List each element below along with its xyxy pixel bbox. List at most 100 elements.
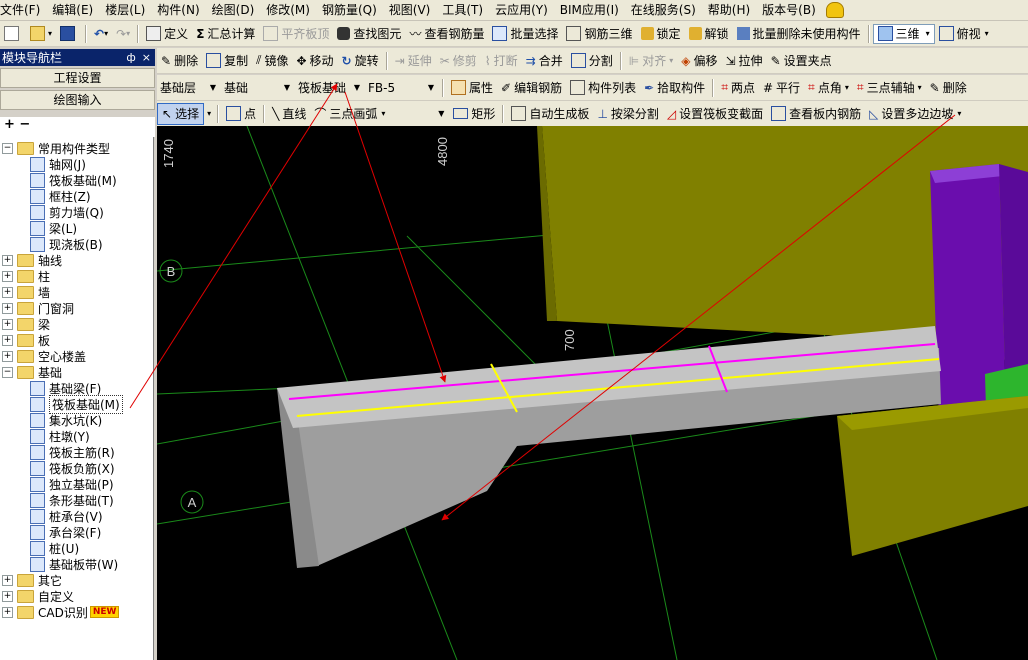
tree-item[interactable]: 承台梁(F)	[30, 524, 101, 540]
draw-mode-select[interactable]: ▼	[389, 104, 448, 123]
extend-button[interactable]: ⇥ 延伸	[391, 50, 436, 72]
expand-icon[interactable]: +	[2, 606, 13, 618]
tree-item[interactable]: 轴网(J)	[30, 156, 86, 172]
tree-item[interactable]: 筏板负筋(X)	[30, 460, 115, 476]
delete-aux-button[interactable]: ✎ 删除	[926, 77, 971, 99]
tree-folder[interactable]: + 空心楼盖	[2, 348, 86, 364]
arc-button[interactable]: ⌒ 三点画弧 ▾	[310, 103, 389, 125]
tree-folder[interactable]: + 柱	[2, 268, 50, 284]
tree-folder[interactable]: + 板	[2, 332, 50, 348]
menu-file[interactable]: 文件(F)	[0, 0, 46, 20]
select-button[interactable]: ↖ 选择	[157, 102, 205, 125]
menu-modify[interactable]: 修改(M)	[260, 0, 316, 20]
undo-button[interactable]: ↶ ▾	[90, 23, 112, 45]
set-edge-slope-button[interactable]: ◺ 设置多边边坡 ▾	[865, 103, 965, 125]
delete-button[interactable]: ✎ 删除	[157, 50, 202, 72]
pin-icon[interactable]: ф	[126, 51, 135, 64]
tree-folder[interactable]: + CAD识别 NEW	[2, 604, 120, 620]
tree-item[interactable]: 筏板基础(M)	[30, 172, 117, 188]
expand-icon[interactable]: +	[2, 350, 13, 362]
unlock-button[interactable]: 解锁	[685, 23, 733, 45]
menu-bim[interactable]: BIM应用(I)	[554, 0, 625, 20]
move-button[interactable]: ✥ 移动	[292, 50, 337, 72]
batch-select-button[interactable]: 批量选择	[488, 23, 562, 45]
tree-item[interactable]: 独立基础(P)	[30, 476, 114, 492]
tree-folder[interactable]: + 其它	[2, 572, 62, 588]
tree-item[interactable]: 桩承台(V)	[30, 508, 103, 524]
tree-folder[interactable]: − 基础	[2, 364, 62, 380]
view-top-dropdown[interactable]: 俯视 ▾	[935, 23, 993, 45]
rect-button[interactable]: 矩形	[449, 103, 499, 125]
menu-rebar-qty[interactable]: 钢筋量(Q)	[316, 0, 383, 20]
two-points-button[interactable]: ⌗ 两点	[717, 77, 759, 99]
menu-tools[interactable]: 工具(T)	[436, 0, 489, 20]
point-angle-button[interactable]: ⌗ 点角 ▾	[804, 77, 853, 99]
define-button[interactable]: 定义	[142, 23, 192, 45]
expand-collapse-icons[interactable]: + −	[0, 117, 30, 132]
tree-item[interactable]: 剪力墙(Q)	[30, 204, 104, 220]
save-button[interactable]	[56, 23, 82, 45]
floor-select[interactable]: 基础层 ▼	[157, 78, 219, 97]
menu-draw[interactable]: 绘图(D)	[206, 0, 261, 20]
new-file-button[interactable]	[0, 23, 26, 45]
expand-icon[interactable]: +	[2, 302, 13, 314]
expand-icon[interactable]: +	[2, 574, 13, 586]
sum-calc-button[interactable]: Σ 汇总计算	[192, 23, 259, 45]
flat-top-button[interactable]: 平齐板顶	[259, 23, 333, 45]
split-by-beam-button[interactable]: ⊥ 按梁分割	[593, 103, 662, 125]
view-inner-rebar-button[interactable]: 查看板内钢筋	[767, 103, 865, 125]
copy-button[interactable]: 复制	[202, 50, 252, 72]
collapse-icon[interactable]: −	[2, 366, 13, 378]
line-button[interactable]: ╲ 直线	[268, 103, 310, 125]
expand-icon[interactable]: +	[2, 334, 13, 346]
category-select[interactable]: 基础 ▼	[221, 78, 293, 97]
view-3d-dropdown[interactable]: 三维 ▾	[872, 23, 935, 44]
tree-item[interactable]: 基础板带(W)	[30, 556, 118, 572]
align-button[interactable]: ⊫ 对齐 ▾	[625, 50, 677, 72]
point-button[interactable]: 点	[222, 103, 260, 125]
menu-floor[interactable]: 楼层(L)	[99, 0, 151, 20]
menu-component[interactable]: 构件(N)	[151, 0, 205, 20]
rebar-3d-button[interactable]: 钢筋三维	[562, 23, 636, 45]
lock-button[interactable]: 锁定	[637, 23, 685, 45]
batch-delete-unused-button[interactable]: 批量删除未使用构件	[733, 23, 865, 45]
open-file-button[interactable]: ▾	[26, 23, 56, 45]
menu-online[interactable]: 在线服务(S)	[625, 0, 702, 20]
properties-button[interactable]: 属性	[447, 77, 497, 99]
type-select[interactable]: 筏板基础 ▼	[295, 78, 363, 97]
tree-item[interactable]: 筏板基础(M)	[30, 394, 123, 414]
tree-folder[interactable]: − 常用构件类型	[2, 140, 110, 156]
three-point-axis-button[interactable]: ⌗ 三点辅轴 ▾	[853, 77, 926, 99]
trim-button[interactable]: ✂ 修剪	[436, 50, 481, 72]
project-settings-button[interactable]: 工程设置	[0, 68, 155, 88]
tree-folder[interactable]: + 门窗洞	[2, 300, 74, 316]
stretch-button[interactable]: ⇲ 拉伸	[721, 50, 766, 72]
menu-version[interactable]: 版本号(B)	[756, 0, 822, 20]
3d-viewport[interactable]: B A 1740 4800 700	[157, 126, 1028, 660]
expand-icon[interactable]: +	[2, 270, 13, 282]
tree-item[interactable]: 现浇板(B)	[30, 236, 103, 252]
rotate-button[interactable]: ↻ 旋转	[338, 50, 383, 72]
split-button[interactable]: 分割	[567, 50, 617, 72]
offset-button[interactable]: ◈ 偏移	[677, 50, 721, 72]
tree-folder[interactable]: + 自定义	[2, 588, 74, 604]
set-section-button[interactable]: ◿ 设置筏板变截面	[663, 103, 767, 125]
view-rebar-qty-button[interactable]: 〰查看钢筋量	[405, 23, 488, 45]
tree-folder[interactable]: + 轴线	[2, 252, 62, 268]
collapse-icon[interactable]: −	[2, 142, 13, 154]
tree-folder[interactable]: + 墙	[2, 284, 50, 300]
menu-edit[interactable]: 编辑(E)	[46, 0, 99, 20]
expand-icon[interactable]: +	[2, 254, 13, 266]
tree-item[interactable]: 筏板主筋(R)	[30, 444, 115, 460]
auto-slab-button[interactable]: 自动生成板	[507, 103, 593, 125]
component-name-select[interactable]: FB-5 ▼	[365, 78, 437, 97]
menu-cloud[interactable]: 云应用(Y)	[489, 0, 554, 20]
tree-item[interactable]: 桩(U)	[30, 540, 79, 556]
select-dropdown-arrow[interactable]: ▾	[207, 109, 211, 118]
mirror-button[interactable]: ⫽ 镜像	[252, 50, 292, 72]
menu-help[interactable]: 帮助(H)	[702, 0, 756, 20]
merge-button[interactable]: ⇉ 合并	[522, 50, 567, 72]
draw-input-button[interactable]: 绘图输入	[0, 90, 155, 110]
expand-icon[interactable]: +	[2, 590, 13, 602]
expand-icon[interactable]: +	[2, 286, 13, 298]
